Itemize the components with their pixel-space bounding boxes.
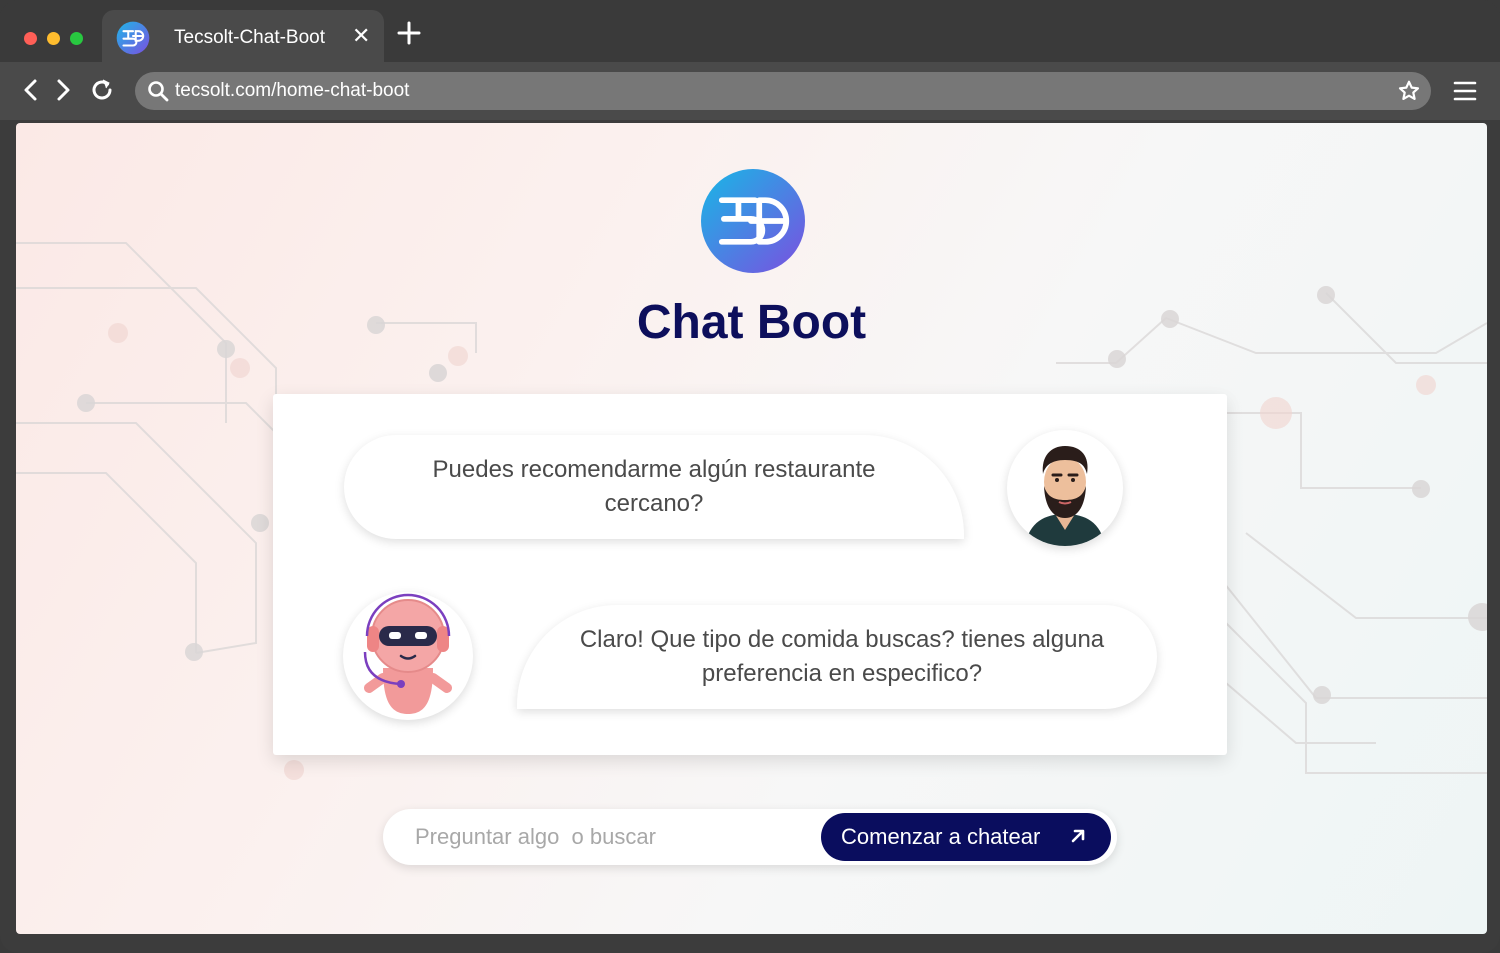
tecsolt-logo-icon xyxy=(701,169,805,273)
page-title: Chat Boot xyxy=(636,296,867,349)
address-bar[interactable]: tecsolt.com/home-chat-boot xyxy=(135,72,1431,110)
browser-window: Tecsolt-Chat-Boot ✕ tecsolt.com/home-cha… xyxy=(0,0,1500,953)
url-text[interactable]: tecsolt.com/home-chat-boot xyxy=(175,80,409,102)
tecsolt-logo-icon xyxy=(116,21,150,55)
browser-toolbar: tecsolt.com/home-chat-boot xyxy=(0,62,1500,120)
menu-icon[interactable] xyxy=(1452,78,1478,104)
bot-message-text: Claro! Que tipo de comida buscas? tienes… xyxy=(579,626,1105,687)
minimize-window-button[interactable] xyxy=(47,32,60,45)
arrow-up-right-icon xyxy=(1071,829,1085,843)
start-chat-button[interactable]: Comenzar a chatear xyxy=(821,813,1111,861)
star-icon[interactable] xyxy=(1397,79,1421,103)
reload-icon[interactable] xyxy=(88,76,116,104)
tab-bar: Tecsolt-Chat-Boot ✕ xyxy=(0,0,1500,64)
maximize-window-button[interactable] xyxy=(70,32,83,45)
search-icon xyxy=(148,81,169,102)
browser-tab[interactable]: Tecsolt-Chat-Boot ✕ xyxy=(102,10,384,64)
bot-message-bubble: Claro! Que tipo de comida buscas? tienes… xyxy=(517,605,1157,709)
bearded-man-avatar-icon xyxy=(1025,446,1105,546)
back-icon[interactable] xyxy=(17,76,45,104)
start-chat-label: Comenzar a chatear xyxy=(841,824,1041,849)
bot-avatar xyxy=(343,592,473,720)
close-window-button[interactable] xyxy=(24,32,37,45)
forward-icon[interactable] xyxy=(49,76,77,104)
plus-icon[interactable] xyxy=(396,20,422,46)
user-avatar xyxy=(1007,430,1123,546)
search-input[interactable] xyxy=(393,815,823,859)
chat-search-bar: Comenzar a chatear xyxy=(383,809,1117,865)
user-message-bubble: Puedes recomendarme algún restaurante ce… xyxy=(344,435,964,539)
chat-window: Puedes recomendarme algún restaurante ce… xyxy=(273,394,1227,755)
user-message-text: Puedes recomendarme algún restaurante ce… xyxy=(432,456,876,517)
page-content: Chat Boot Puedes recomendarme algún rest… xyxy=(16,123,1487,934)
close-icon[interactable]: ✕ xyxy=(352,24,370,48)
robot-avatar-icon xyxy=(363,593,452,714)
tab-title: Tecsolt-Chat-Boot xyxy=(174,27,326,48)
